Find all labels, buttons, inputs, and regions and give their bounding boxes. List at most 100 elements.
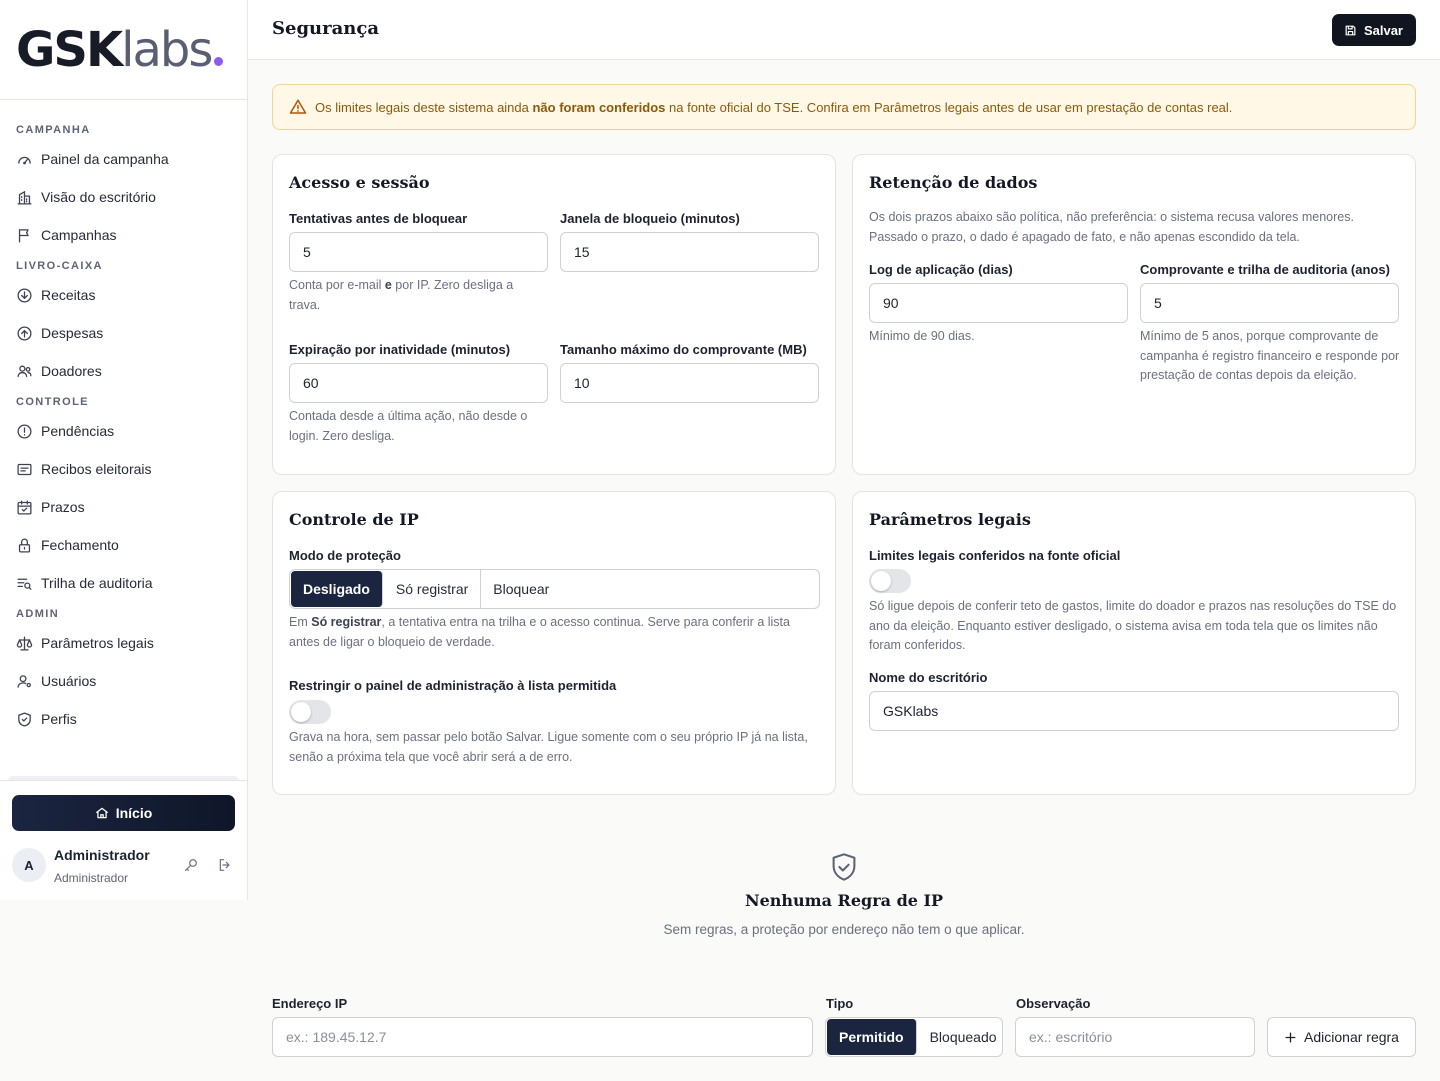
card-title: Retenção de dados — [869, 173, 1038, 192]
sidebar-item-label: Fechamento — [41, 537, 119, 553]
users-icon — [17, 365, 32, 377]
legal-checked-label: Limites legais conferidos na fonte ofici… — [869, 548, 1121, 563]
save-button[interactable]: Salvar — [1331, 14, 1416, 46]
app-log-label: Log de aplicação (dias) — [869, 262, 1013, 277]
logout-icon[interactable] — [217, 857, 233, 873]
legal-checked-toggle[interactable] — [869, 569, 911, 593]
sidebar-item-despesas[interactable]: Despesas — [0, 314, 247, 352]
card-title: Controle de IP — [289, 510, 419, 529]
key-icon[interactable] — [183, 857, 199, 873]
lock-window-label: Janela de bloqueio (minutos) — [560, 211, 740, 226]
sidebar-footer: Início A Administrador Administrador — [0, 780, 247, 900]
sidebar-item-trilha[interactable]: Trilha de auditoria — [0, 564, 247, 602]
user-card: A Administrador Administrador — [12, 845, 235, 889]
attempts-input[interactable]: 5 — [289, 232, 548, 272]
arrow-down-circle-icon — [17, 287, 32, 303]
brand-logo[interactable]: GSK labs — [16, 21, 224, 78]
gauge-icon — [18, 156, 31, 164]
office-name-input[interactable]: GSKlabs — [869, 691, 1399, 731]
sidebar-item-receitas[interactable]: Receitas — [0, 276, 247, 314]
user-name: Administrador — [54, 847, 150, 863]
max-size-input[interactable]: 10 — [560, 363, 819, 403]
rule-type-label: Tipo — [826, 996, 854, 1011]
sidebar-item-parametros[interactable]: Parâmetros legais — [0, 624, 247, 662]
add-rule-label: Adicionar regra — [1304, 1029, 1399, 1045]
idle-timeout-input[interactable]: 60 — [289, 363, 548, 403]
section-title-livro-caixa: LIVRO-CAIXA — [16, 260, 103, 272]
sidebar-item-fechamento[interactable]: Fechamento — [0, 526, 247, 564]
mode-option-so-registrar[interactable]: Só registrar — [384, 570, 482, 608]
sidebar-item-label: Recibos eleitorais — [41, 461, 152, 477]
sidebar-item-painel[interactable]: Painel da campanha — [0, 140, 247, 178]
type-option-permitido[interactable]: Permitido — [827, 1019, 917, 1055]
attempts-help-pre: Conta por e-mail — [289, 278, 385, 292]
restrict-admin-label: Restringir o painel de administração à l… — [289, 678, 617, 693]
sidebar-item-pendencias[interactable]: Pendências — [0, 412, 247, 450]
sidebar-item-visao[interactable]: Visão do escritório — [0, 178, 247, 216]
sidebar-item-label: Painel da campanha — [41, 151, 169, 167]
alert-circle-icon — [17, 423, 32, 439]
warning-triangle-icon — [289, 99, 307, 114]
warning-text-pre: Os limites legais deste sistema ainda — [315, 99, 533, 115]
sidebar-item-label: Pendências — [41, 423, 115, 439]
card-title: Parâmetros legais — [869, 510, 1031, 529]
mode-option-bloquear[interactable]: Bloquear — [481, 570, 819, 608]
sidebar-item-label: Parâmetros legais — [41, 635, 154, 651]
receipt-icon — [17, 463, 32, 475]
avatar[interactable]: A — [12, 848, 46, 882]
receipts-retention-label: Comprovante e trilha de auditoria (anos) — [1140, 262, 1390, 277]
sidebar-item-label: Campanhas — [41, 227, 117, 243]
empty-state-title: Nenhuma Regra de IP — [744, 891, 944, 910]
section-title-campanha: CAMPANHA — [16, 124, 91, 136]
sidebar-item-doadores[interactable]: Doadores — [0, 352, 247, 390]
warning-text: Os limites legais deste sistema ainda nã… — [315, 100, 1232, 115]
home-button[interactable]: Início — [12, 795, 235, 831]
protection-mode-help: Em Só registrar, a tentativa entra na tr… — [289, 613, 824, 652]
protection-mode-label: Modo de proteção — [289, 548, 401, 563]
note-placeholder: ex.: escritório — [1029, 1029, 1113, 1045]
sidebar-item-campanhas[interactable]: Campanhas — [0, 216, 247, 254]
sidebar-item-label: Trilha de auditoria — [41, 575, 153, 591]
lock-window-input[interactable]: 15 — [560, 232, 819, 272]
sidebar-item-usuarios[interactable]: Usuários — [0, 662, 247, 700]
restrict-admin-help: Grava na hora, sem passar pelo botão Sal… — [289, 730, 808, 764]
sidebar-item-recibos[interactable]: Recibos eleitorais — [0, 450, 247, 488]
warning-text-bold: não foram conferidos — [532, 99, 666, 115]
ip-address-input[interactable]: ex.: 189.45.12.7 — [272, 1017, 813, 1057]
user-gear-icon — [17, 674, 31, 688]
legal-params-card: Parâmetros legais Limites legais conferi… — [852, 491, 1416, 795]
restrict-admin-toggle[interactable] — [289, 700, 331, 724]
arrow-up-circle-icon — [17, 325, 32, 341]
app-log-input[interactable]: 90 — [869, 283, 1128, 323]
save-icon — [1345, 25, 1356, 35]
note-input[interactable]: ex.: escritório — [1015, 1017, 1255, 1057]
ip-address-placeholder: ex.: 189.45.12.7 — [286, 1029, 387, 1045]
sidebar-item-label: Receitas — [41, 287, 96, 303]
lock-icon — [18, 538, 31, 553]
save-button-label: Salvar — [1363, 22, 1403, 38]
sidebar: GSK labs CAMPANHA Painel da campanha Visã… — [0, 0, 248, 900]
brand-bold: GSK — [16, 21, 123, 78]
calendar-check-icon — [17, 499, 32, 515]
mode-option-desligado[interactable]: Desligado — [291, 571, 383, 607]
receipts-retention-input[interactable]: 5 — [1140, 283, 1399, 323]
legal-checked-help: Só ligue depois de conferir teto de gast… — [869, 599, 1397, 652]
card-title: Acesso e sessão — [289, 173, 430, 192]
sidebar-item-label: Visão do escritório — [41, 189, 156, 205]
list-search-icon — [17, 578, 32, 590]
mode-help-pre: Em — [289, 615, 312, 629]
type-option-bloqueado[interactable]: Bloqueado — [918, 1018, 1002, 1056]
home-icon — [95, 807, 108, 819]
sidebar-item-perfis[interactable]: Perfis — [0, 700, 247, 738]
sidebar-item-label: Perfis — [41, 711, 77, 727]
add-rule-button[interactable]: Adicionar regra — [1267, 1017, 1416, 1057]
app-log-help: Mínimo de 90 dias. — [869, 329, 975, 343]
brand-light: labs — [121, 21, 213, 78]
section-title-controle: CONTROLE — [16, 396, 89, 408]
brand-dot — [214, 56, 224, 66]
sidebar-item-prazos[interactable]: Prazos — [0, 488, 247, 526]
warning-text-post: na fonte oficial do TSE. Confira em Parâ… — [665, 99, 1233, 115]
note-label: Observação — [1016, 996, 1091, 1011]
building-icon — [17, 190, 32, 205]
attempts-help-bold: e — [384, 278, 392, 292]
